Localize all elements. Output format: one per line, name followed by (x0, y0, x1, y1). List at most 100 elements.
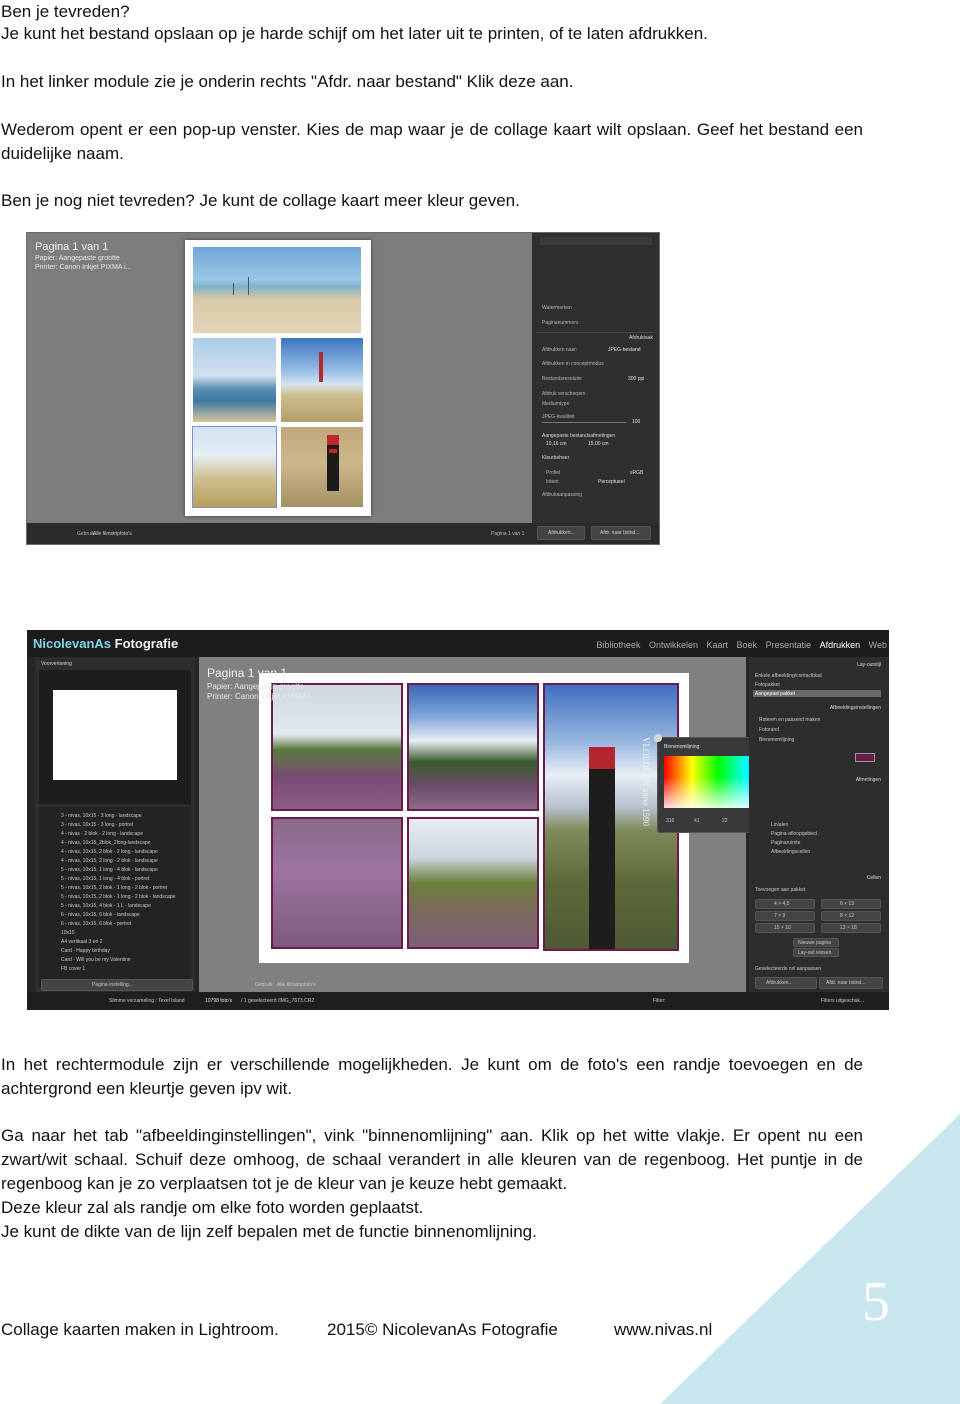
cell-size-button[interactable]: 6 × 13 (821, 899, 881, 909)
template-item[interactable]: 5 - nivas, 10x15, 1 long - 4 blok - port… (61, 876, 149, 882)
template-item[interactable]: Card - Happy birthday (61, 948, 110, 954)
cell-size-button[interactable]: 8 × 12 (821, 911, 881, 921)
footer-copyright: 2015© NicolevanAs Fotografie (327, 1320, 558, 1339)
photo-post[interactable] (281, 427, 363, 507)
picker-value-field[interactable]: 316 (666, 818, 674, 824)
color-management-header[interactable]: Kleurbeheer (542, 455, 569, 461)
custom-package-option[interactable]: Aangepast pakket (755, 691, 795, 697)
image-settings-header[interactable]: Afbeeldingsinstellingen (830, 705, 881, 711)
profile-value[interactable]: sRGB (630, 470, 643, 476)
file-resolution-label: Bestandsresolutie (542, 376, 582, 382)
media-type-label: Mediumtype (542, 401, 570, 407)
template-item[interactable]: 5 - nivas, 10x15, 2 blok - 1 long - 2 bl… (61, 885, 167, 891)
cell-size-button[interactable]: 4 × 4,5 (755, 899, 815, 909)
template-item[interactable]: 10x15 (61, 930, 75, 936)
layout-style-header[interactable]: Lay-outstijl (857, 662, 881, 668)
stroke-color-swatch[interactable] (855, 753, 875, 762)
module-web[interactable]: Web (869, 640, 887, 650)
close-icon[interactable] (654, 734, 662, 742)
photo-dune-grass[interactable] (192, 426, 277, 508)
picker-value-field[interactable]: 22 (722, 818, 728, 824)
page-guides-checkbox[interactable]: Paginaruimte (771, 840, 800, 846)
print-to-file-button[interactable]: Afdr. naar bstnd... (591, 526, 651, 540)
module-slideshow[interactable]: Presentatie (766, 640, 812, 650)
print-job-header[interactable]: Afdruktaak (629, 335, 653, 341)
template-item[interactable]: 6 - nivas, 10x15, 6 blok - landscape (61, 912, 140, 918)
file-resolution-value[interactable]: 300 ppi (628, 376, 644, 382)
module-library[interactable]: Bibliotheek (596, 640, 640, 650)
template-item[interactable]: 5 - nivas, 10x15, 1 long - 4 blok - land… (61, 867, 158, 873)
module-develop[interactable]: Ontwikkelen (649, 640, 698, 650)
sharpen-checkbox[interactable]: Afdruk verscherpen (542, 391, 585, 397)
single-image-option[interactable]: Enkele afbeelding/contactblad (755, 673, 822, 679)
cell-size-button[interactable]: 7 × 9 (755, 911, 815, 921)
page-setup-button[interactable]: Pagina-instelling... (41, 979, 193, 991)
cells-header[interactable]: Cellen (867, 875, 881, 881)
template-item[interactable]: 3 - nivas, 10x15 - 3 long - landscape (61, 813, 142, 819)
image-cells-checkbox[interactable]: Afbeeldingscellen (771, 849, 810, 855)
print-to-file-button[interactable]: Afdr. naar bstnd... (819, 977, 883, 989)
new-page-button[interactable]: Nieuwe pagina (793, 938, 839, 947)
jpeg-quality-value[interactable]: 100 (632, 419, 640, 425)
template-browser: 3 - nivas, 10x15 - 3 long - landscape 3 -… (39, 807, 191, 987)
filter-select[interactable]: Filters uitgeschak... (821, 998, 864, 1004)
clear-layout-button[interactable]: Lay-out wissen (793, 948, 839, 957)
template-item[interactable]: 5 - nivas, 10x15, 4 blok - 1 L - landsca… (61, 903, 151, 909)
cell-size-button[interactable]: 15 × 10 (755, 923, 815, 933)
intent-label: Intent (546, 479, 559, 485)
page-count-overlay: Pagina 1 van 1 (35, 241, 109, 253)
picker-value-field[interactable]: 41 (694, 818, 700, 824)
template-item[interactable]: 5 - nivas, 10x15, 2 blok - 1 long - 2 bl… (61, 894, 176, 900)
footer-website[interactable]: www.nivas.nl (614, 1318, 712, 1342)
module-map[interactable]: Kaart (707, 640, 729, 650)
rulers-checkbox[interactable]: Linialen (771, 822, 788, 828)
collage-page[interactable] (185, 240, 371, 516)
template-item[interactable]: 4 - nivas, 10x15, 2 blok - 2 long - land… (61, 849, 158, 855)
picture-package-option[interactable]: Fotopakket (755, 682, 780, 688)
custom-size-checkbox[interactable]: Aangepaste bestandsafmetingen (542, 433, 615, 439)
profile-label: Profiel (546, 470, 561, 476)
print-button[interactable]: Afdrukken... (755, 977, 817, 989)
custom-height-value[interactable]: 15,00 cm (588, 441, 609, 447)
selection-info: / 1 geselecteerd /IMG_7673.CR2 (241, 998, 315, 1004)
intent-value[interactable]: Perceptueel (598, 479, 625, 485)
photo-heather-close[interactable] (271, 817, 403, 949)
template-item[interactable]: Card - Will you be my Valentine (61, 957, 131, 963)
photo-heath-path[interactable] (407, 817, 539, 949)
custom-width-value[interactable]: 10,16 cm (546, 441, 567, 447)
print-adjustment-checkbox[interactable]: Afdrukaanpassing (542, 492, 582, 498)
page-numbering-label[interactable]: Paginanummers (542, 320, 578, 326)
template-item[interactable]: FB cover 1 (61, 966, 85, 972)
paper-overlay: Papier: Aangepaste grootte (35, 255, 120, 262)
preview-header[interactable]: Voorvertoning (41, 661, 72, 667)
template-item[interactable]: 4 - nivas, 10x15_2blok_2long-landscape (61, 840, 151, 846)
print-button[interactable]: Afdrukken... (537, 526, 585, 540)
intro-line-left-module: In het linker module zie je onderin rech… (1, 72, 574, 91)
template-item[interactable]: A4 vertikaal 3 en 2 (61, 939, 102, 945)
module-print[interactable]: Afdrukken (820, 640, 861, 650)
filmstrip-bar: Slimme verzameling : Texel Island 10798 … (27, 992, 889, 1010)
photo-border-checkbox[interactable]: Fotorand (759, 727, 779, 733)
module-book[interactable]: Boek (737, 640, 758, 650)
rulers-header[interactable]: Afmetingen (856, 777, 881, 783)
rotate-fit-checkbox[interactable]: Roteren en passend maken (759, 717, 820, 723)
collection-path[interactable]: Slimme verzameling : Texel Island (109, 998, 185, 1004)
inner-stroke-checkbox[interactable]: Binnenomlijning (759, 737, 794, 743)
template-item[interactable]: 4 - nivas, 10x15, 2 long - 2 blok - land… (61, 858, 158, 864)
photo-beach-boats[interactable] (193, 247, 361, 333)
use-select[interactable]: Alle filmstripfoto's (93, 531, 132, 537)
template-item[interactable]: 4 - nivas - 2 blok - 2 long - landscape (61, 831, 143, 837)
photo-heath-trees[interactable] (407, 683, 539, 811)
collage-page[interactable] (259, 673, 689, 963)
print-to-select[interactable]: JPEG-bestand (608, 347, 641, 353)
photo-heath-1[interactable] (271, 683, 403, 811)
template-item[interactable]: 3 - nivas, 10x15 - 3 long - portret (61, 822, 133, 828)
watermark-label[interactable]: Watermerken (542, 305, 572, 311)
page-bleed-checkbox[interactable]: Pagina-afloopgebied (771, 831, 817, 837)
cell-size-button[interactable]: 13 × 18 (821, 923, 881, 933)
photo-lighthouse[interactable] (281, 338, 363, 422)
template-item[interactable]: 6 - nivas, 10x15, 6 blok - portret (61, 921, 131, 927)
draft-mode-checkbox[interactable]: Afdrukken in conceptmodus (542, 361, 604, 367)
use-select[interactable]: Alle filmstripfoto's (277, 982, 316, 988)
photo-sea-boat[interactable] (193, 338, 276, 422)
